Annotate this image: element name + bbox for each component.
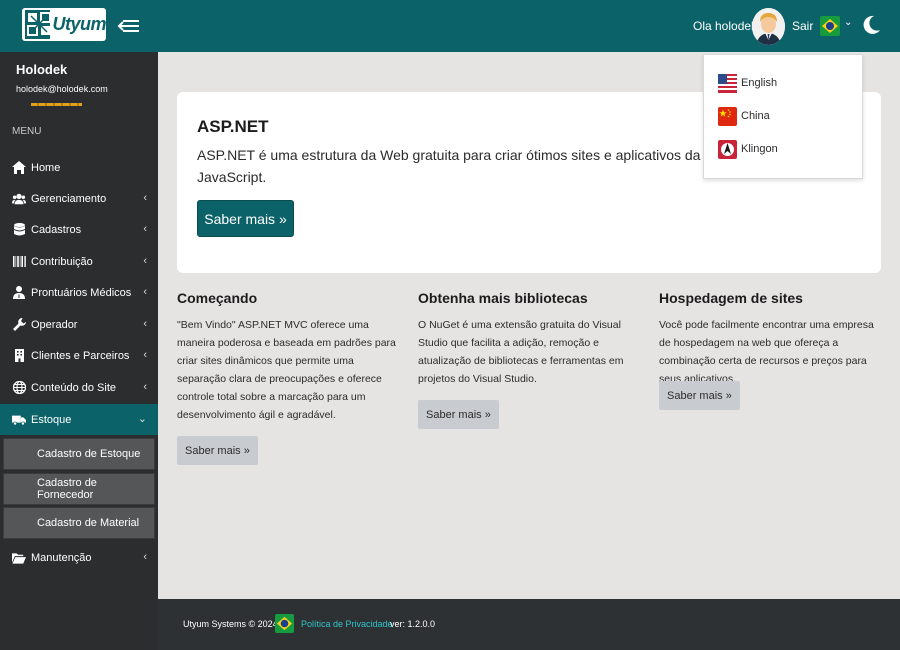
sidebar-item-label: Cadastros <box>31 223 82 236</box>
user-rank-bar <box>31 103 82 106</box>
language-option-china[interactable]: China <box>714 105 770 127</box>
language-option-label: English <box>741 77 778 89</box>
china-flag-icon <box>718 106 737 126</box>
chevron-left-icon: ‹ <box>143 192 147 204</box>
sidebar-item-clientes[interactable]: Clientes e Parceiros ‹ <box>0 340 158 371</box>
getting-started-section: Começando "Bem Vindo" ASP.NET MVC oferec… <box>177 290 403 424</box>
sidebar-item-operador[interactable]: Operador ‹ <box>0 309 158 340</box>
chevron-left-icon: ‹ <box>143 286 147 298</box>
libraries-learn-more-button[interactable]: Saber mais » <box>418 400 499 429</box>
hosting-learn-more-button[interactable]: Saber mais » <box>659 381 740 410</box>
folder-open-icon <box>12 551 26 565</box>
sidebar-item-contribuicao[interactable]: Contribuição ‹ <box>0 246 158 277</box>
getting-started-learn-more-button[interactable]: Saber mais » <box>177 436 258 465</box>
sidebar-user-name: Holodek <box>16 62 68 77</box>
submenu-item-cadastro-estoque[interactable]: Cadastro de Estoque <box>3 438 155 470</box>
footer-copyright: Utyum Systems © 2024 <box>183 619 278 629</box>
user-md-icon <box>12 286 26 300</box>
chevron-left-icon: ‹ <box>143 551 147 563</box>
logo-mark-icon <box>25 10 51 39</box>
avatar[interactable] <box>752 8 785 45</box>
globe-icon <box>12 381 26 395</box>
users-icon <box>12 192 26 206</box>
chevron-left-icon: ‹ <box>143 349 147 361</box>
section-text: "Bem Vindo" ASP.NET MVC oferece uma mane… <box>177 319 396 421</box>
sidebar-item-label: Conteúdo do Site <box>31 381 117 394</box>
menu-header: MENU <box>12 126 42 137</box>
section-text: Você pode facilmente encontrar uma empre… <box>659 319 874 385</box>
section-title: Obtenha mais bibliotecas <box>418 290 588 306</box>
sidebar-item-gerenciamento[interactable]: Gerenciamento ‹ <box>0 183 158 214</box>
sidebar-item-estoque[interactable]: Estoque ⌄ <box>0 404 158 435</box>
logo-text: Utyum <box>52 14 106 34</box>
chevron-left-icon: ‹ <box>143 318 147 330</box>
submenu-item-cadastro-fornecedor[interactable]: Cadastro de Fornecedor <box>3 473 155 505</box>
barcode-icon <box>12 255 26 269</box>
privacy-policy-link[interactable]: Política de Privacidade <box>301 619 393 629</box>
database-icon <box>12 223 26 237</box>
sidebar-item-label: Contribuição <box>31 255 93 268</box>
logout-link[interactable]: Sair <box>792 19 813 33</box>
user-greeting: Ola holodek <box>693 19 758 33</box>
sidebar-item-conteudo-site[interactable]: Conteúdo do Site ‹ <box>0 372 158 403</box>
chevron-left-icon: ‹ <box>143 381 147 393</box>
chevron-down-icon: ⌄ <box>137 413 147 425</box>
language-option-english[interactable]: English <box>714 72 777 94</box>
hosting-section: Hospedagem de sites Você pode facilmente… <box>659 290 885 388</box>
brazil-flag-icon[interactable] <box>275 614 294 633</box>
sidebar-item-label: Prontuários Médicos <box>31 286 132 299</box>
brazil-flag-icon[interactable] <box>820 16 840 36</box>
language-option-label: Klingon <box>741 143 778 155</box>
section-title: Começando <box>177 290 258 306</box>
truck-icon <box>12 413 26 427</box>
sidebar-item-manutencao[interactable]: Manutenção ‹ <box>0 542 158 573</box>
sidebar: Holodek holodek@holodek.com MENU Home Ge… <box>0 52 158 650</box>
language-dropdown: English China Klingon <box>703 54 863 179</box>
top-navbar: Utyum Ola holodek Sair ⌄ <box>0 0 900 52</box>
sidebar-item-home[interactable]: Home <box>0 152 158 183</box>
language-chevron-down-icon[interactable]: ⌄ <box>844 17 852 28</box>
jumbotron-lead: ASP.NET é uma estrutura da Web gratuita … <box>197 147 760 163</box>
sidebar-item-cadastros[interactable]: Cadastros ‹ <box>0 214 158 245</box>
sidebar-item-label: Manutenção <box>31 551 92 564</box>
sidebar-item-label: Home <box>31 161 61 174</box>
sidebar-item-label: Estoque <box>31 413 72 426</box>
app-logo[interactable]: Utyum <box>22 8 106 41</box>
libraries-section: Obtenha mais bibliotecas O NuGet é uma e… <box>418 290 624 388</box>
wrench-icon <box>12 318 26 332</box>
chevron-left-icon: ‹ <box>143 255 147 267</box>
dark-mode-moon-icon[interactable] <box>863 15 881 35</box>
building-icon <box>12 349 26 363</box>
jumbotron-lead-continued: JavaScript. <box>197 169 267 185</box>
sidebar-item-label: Operador <box>31 318 78 331</box>
klingon-flag-icon <box>718 139 737 159</box>
app-version: ver: 1.2.0.0 <box>390 619 436 629</box>
section-title: Hospedagem de sites <box>659 290 803 306</box>
us-flag-icon <box>718 73 737 93</box>
section-text: O NuGet é uma extensão gratuita do Visua… <box>418 319 624 385</box>
home-icon <box>12 161 26 175</box>
submenu-item-cadastro-material[interactable]: Cadastro de Material <box>3 507 155 539</box>
sidebar-item-label: Gerenciamento <box>31 192 107 205</box>
learn-more-button[interactable]: Saber mais » <box>197 200 294 237</box>
sidebar-item-label: Clientes e Parceiros <box>31 349 130 362</box>
footer: Utyum Systems © 2024 Política de Privaci… <box>158 599 900 650</box>
sidebar-user-email: holodek@holodek.com <box>16 84 108 94</box>
language-option-label: China <box>741 110 770 122</box>
sidebar-item-prontuarios[interactable]: Prontuários Médicos ‹ <box>0 277 158 308</box>
language-option-klingon[interactable]: Klingon <box>714 138 778 160</box>
page-title: ASP.NET <box>197 117 269 136</box>
chevron-left-icon: ‹ <box>143 223 147 235</box>
sidebar-toggle-icon[interactable] <box>117 16 141 36</box>
